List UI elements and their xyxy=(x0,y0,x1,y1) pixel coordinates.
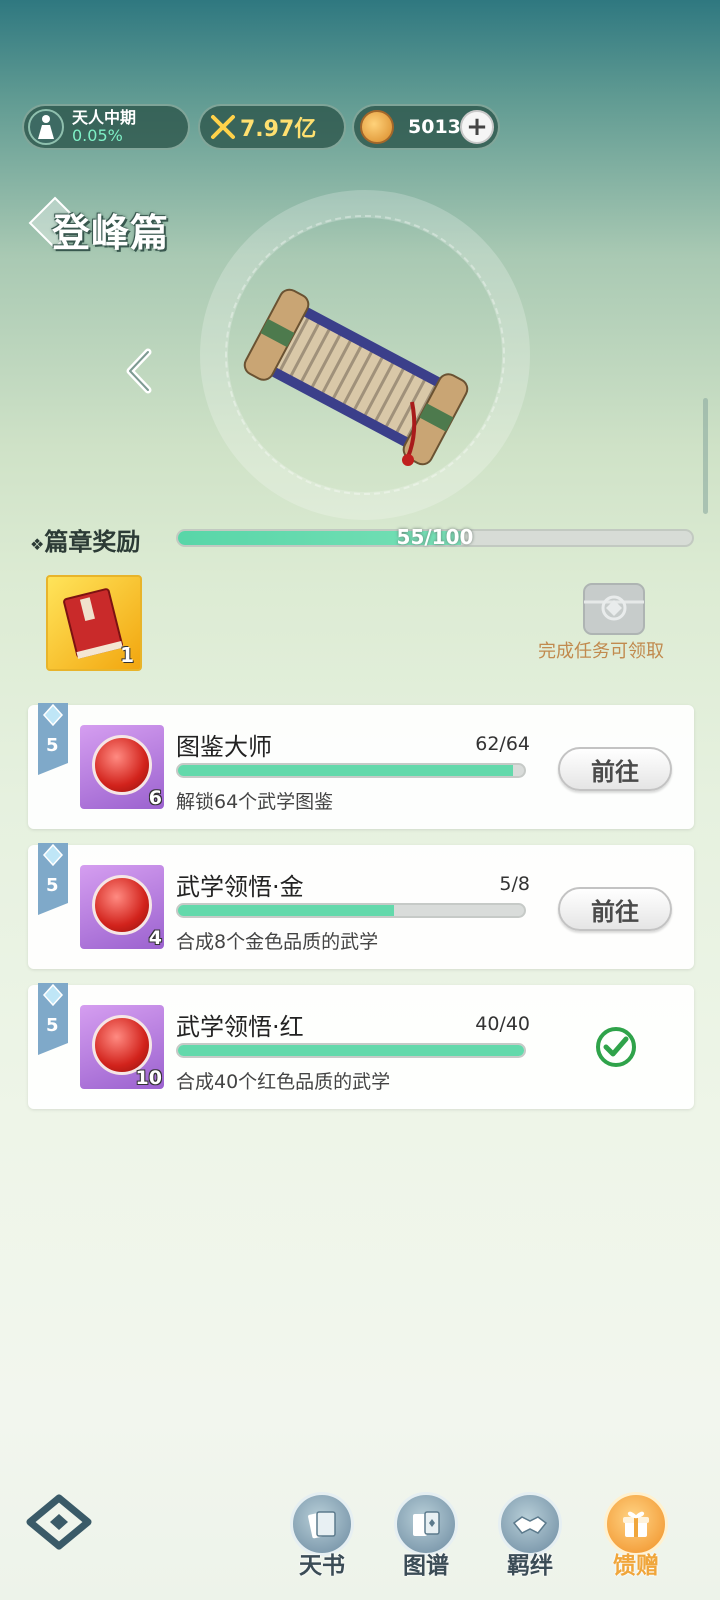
task-title: 图鉴大师 xyxy=(176,733,272,761)
go-button[interactable]: 前往 xyxy=(558,887,672,931)
nav-kuizeng[interactable]: 馈赠 xyxy=(596,1492,676,1592)
check-circle-icon xyxy=(596,1027,636,1067)
task-item-count: 10 xyxy=(135,1067,162,1089)
chevron-left-icon[interactable] xyxy=(122,348,156,394)
scrollbar[interactable] xyxy=(703,398,708,514)
currency-value: 5013 xyxy=(408,116,461,138)
nav-tupu[interactable]: 图谱 xyxy=(386,1492,466,1592)
red-orb-icon xyxy=(92,875,152,935)
crossed-swords-icon xyxy=(211,115,235,139)
task-card: 5 6 图鉴大师 62/64 解锁64个武学图鉴 前往 xyxy=(28,703,694,829)
realm-progress: 0.05% xyxy=(72,126,123,145)
task-title: 武学领悟·红 xyxy=(176,1013,304,1041)
task-rank: 5 xyxy=(46,735,59,756)
chapter-progress-text: 55/100 xyxy=(396,525,474,549)
task-progress-fill xyxy=(178,765,514,776)
diamond-bullet-icon: ❖ xyxy=(30,535,45,554)
task-rank: 5 xyxy=(46,875,59,896)
power-value: 7.97亿 xyxy=(240,117,317,142)
reward-item-book[interactable]: 1 xyxy=(46,575,142,671)
task-item-count: 4 xyxy=(148,927,162,949)
task-card: 5 4 武学领悟·金 5/8 合成8个金色品质的武学 前往 xyxy=(28,843,694,969)
scroll-icon xyxy=(243,288,469,466)
martial-art-item[interactable]: 10 xyxy=(80,1005,164,1089)
nav-label: 天书 xyxy=(299,1553,345,1579)
treasure-chest-icon[interactable] xyxy=(582,582,646,636)
nav-jiban[interactable]: 羁绊 xyxy=(490,1492,570,1592)
task-progress-text: 62/64 xyxy=(475,733,530,755)
nav-label: 羁绊 xyxy=(507,1553,553,1579)
task-progress-fill xyxy=(178,1045,524,1056)
martial-art-item[interactable]: 4 xyxy=(80,865,164,949)
task-title: 武学领悟·金 xyxy=(176,873,304,901)
chapter-reward-label: ❖篇章奖励 xyxy=(30,528,141,556)
task-description: 合成40个红色品质的武学 xyxy=(176,1071,391,1093)
chapter-title: 登峰篇 xyxy=(52,211,170,255)
red-orb-icon xyxy=(92,1015,152,1075)
task-description: 合成8个金色品质的武学 xyxy=(176,931,379,953)
claim-hint: 完成任务可领取 xyxy=(538,641,664,662)
task-card: 5 10 武学领悟·红 40/40 合成40个红色品质的武学 xyxy=(28,983,694,1109)
add-currency-button[interactable]: + xyxy=(460,110,494,144)
task-item-count: 6 xyxy=(148,787,162,809)
realm-status[interactable]: 天人中期 0.05% xyxy=(22,104,190,150)
task-progress-text: 5/8 xyxy=(499,873,530,895)
task-progress-bar xyxy=(176,763,526,778)
nav-label: 图谱 xyxy=(403,1553,449,1579)
menu-icon[interactable] xyxy=(26,1494,92,1550)
red-orb-icon xyxy=(92,735,152,795)
currency-status[interactable]: 5013 + xyxy=(352,104,500,150)
power-status[interactable]: 7.97亿 xyxy=(198,104,346,150)
martial-art-item[interactable]: 6 xyxy=(80,725,164,809)
task-progress-fill xyxy=(178,905,395,916)
avatar xyxy=(28,109,64,145)
task-description: 解锁64个武学图鉴 xyxy=(176,791,334,813)
task-progress-bar xyxy=(176,903,526,918)
realm-name: 天人中期 xyxy=(72,108,137,127)
coin-icon xyxy=(360,110,394,144)
task-progress-text: 40/40 xyxy=(475,1013,530,1035)
task-rank: 5 xyxy=(46,1015,59,1036)
reward-item-count: 1 xyxy=(120,643,134,667)
nav-label: 馈赠 xyxy=(613,1553,659,1579)
task-progress-bar xyxy=(176,1043,526,1058)
cultivator-icon xyxy=(38,115,54,139)
go-button[interactable]: 前往 xyxy=(558,747,672,791)
nav-tianshu[interactable]: 天书 xyxy=(282,1492,362,1592)
